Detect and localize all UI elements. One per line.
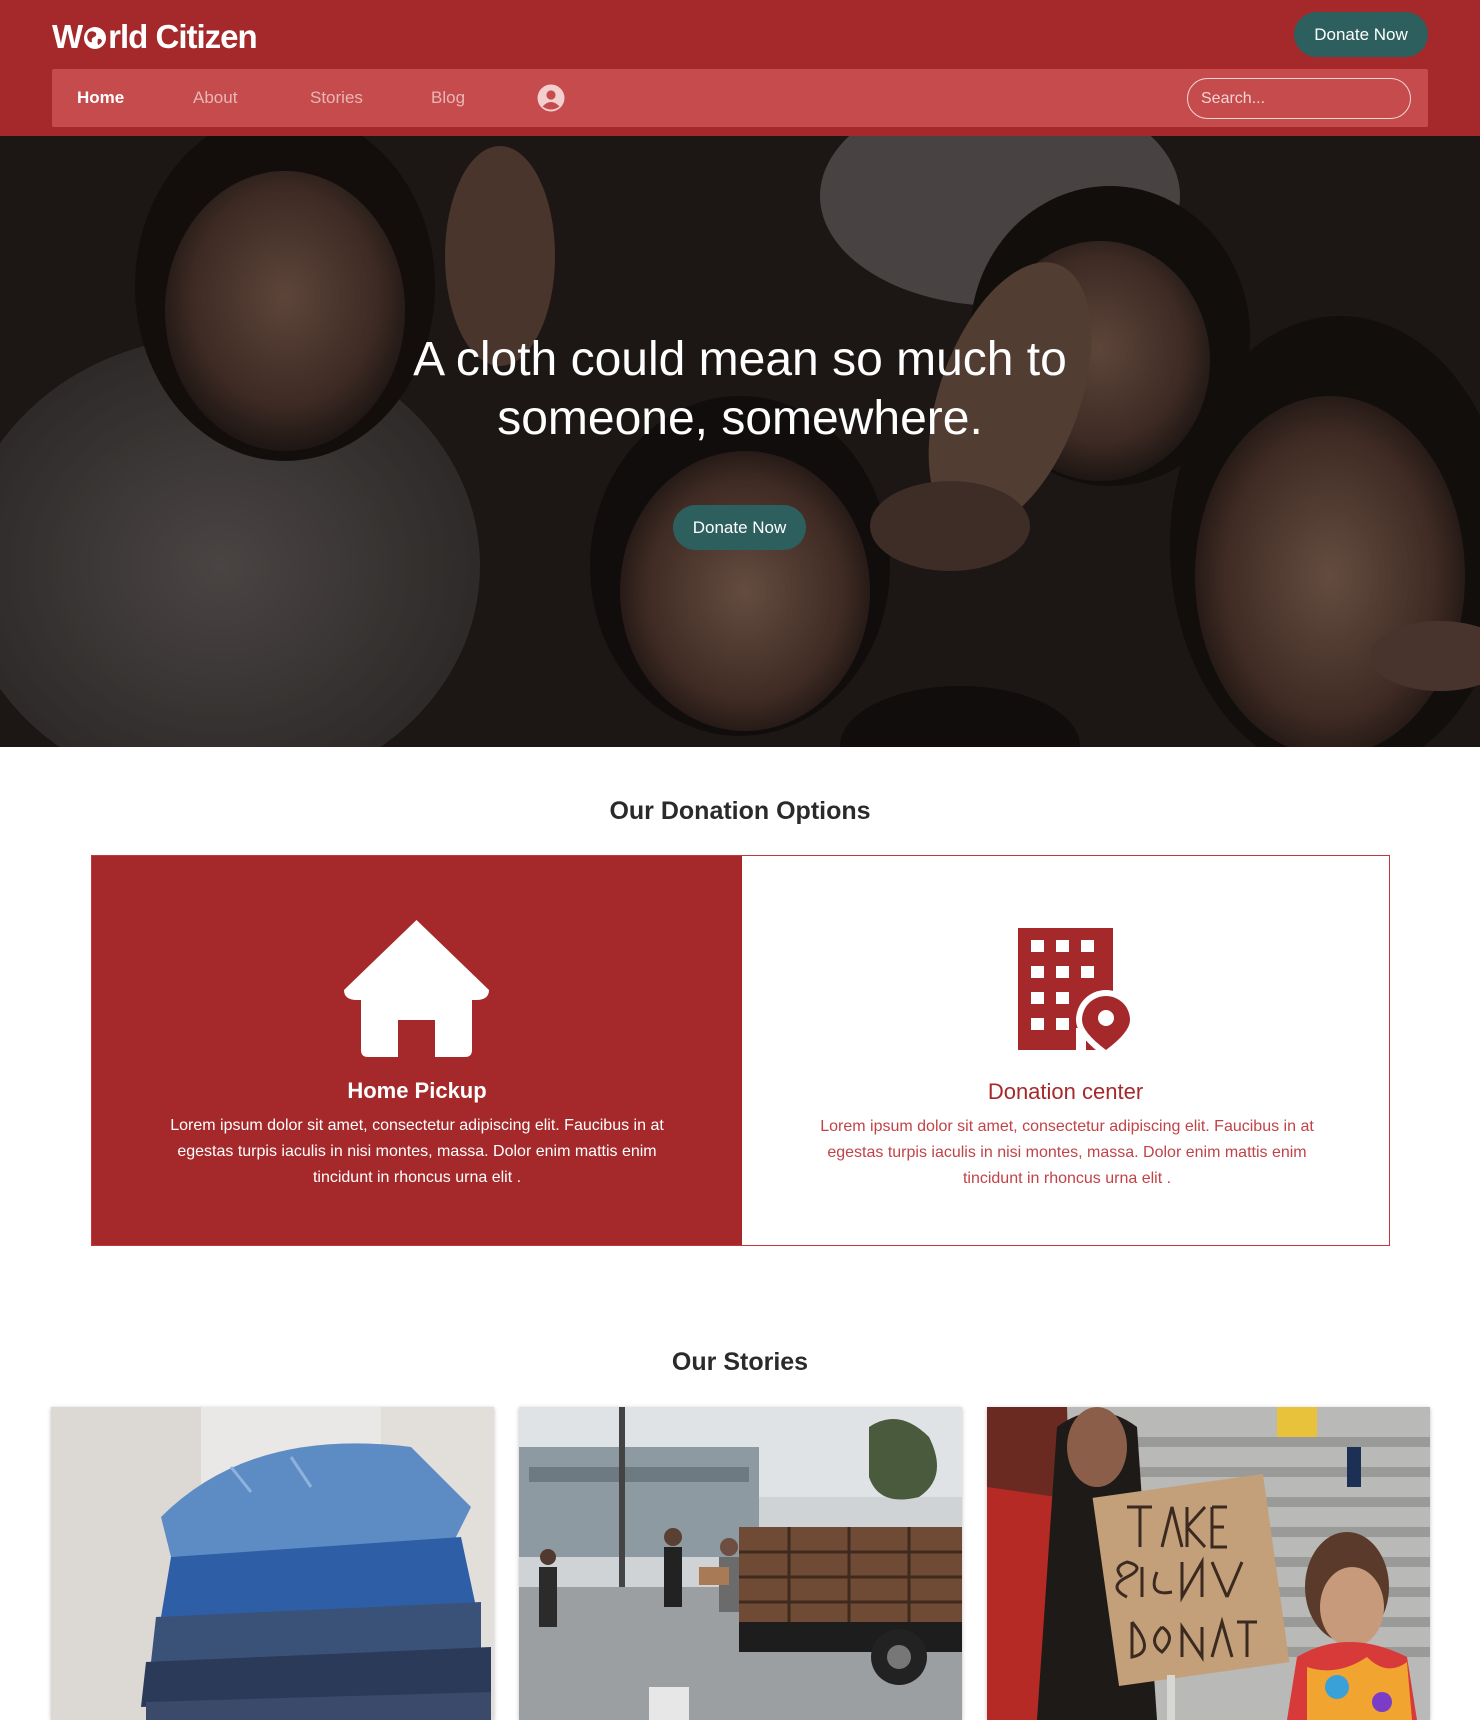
site-logo[interactable]: W rld Citizen: [52, 16, 258, 58]
home-icon: [344, 920, 489, 1057]
story-image-protest-sign: [987, 1407, 1430, 1720]
story-image-donation-truck: [519, 1407, 962, 1720]
donation-options-panel: Home Pickup Lorem ipsum dolor sit amet, …: [91, 855, 1390, 1246]
option-donation-center[interactable]: Donation center Lorem ipsum dolor sit am…: [742, 856, 1389, 1245]
option-description-donation-center: Lorem ipsum dolor sit amet, consectetur …: [820, 1118, 1314, 1187]
stories-heading: Our Stories: [671, 1348, 809, 1376]
option-title-home-pickup: Home Pickup: [347, 1078, 487, 1103]
story-card[interactable]: [51, 1407, 494, 1720]
logo-text-end: rld Citizen: [108, 18, 258, 55]
main-navbar: Home About Stories Blog: [52, 69, 1428, 127]
nav-item-stories[interactable]: Stories: [310, 69, 363, 127]
search-input[interactable]: [1187, 78, 1411, 119]
site-header: W rld Citizen Donate Now Home About Stor…: [0, 0, 1480, 136]
option-description-home-pickup: Lorem ipsum dolor sit amet, consectetur …: [170, 1117, 664, 1186]
donate-now-button[interactable]: Donate Now: [1294, 12, 1428, 57]
nav-item-blog[interactable]: Blog: [431, 69, 465, 127]
story-image-jeans: [51, 1407, 494, 1720]
option-home-pickup[interactable]: Home Pickup Lorem ipsum dolor sit amet, …: [92, 856, 742, 1245]
logo-text-start: W: [52, 18, 83, 55]
hero-banner: A cloth could mean so much to someone, s…: [0, 136, 1480, 747]
hero-headline-line1: A cloth could mean so much to: [413, 333, 1067, 386]
hero-headline-line2: someone, somewhere.: [497, 392, 983, 445]
hero-headline: A cloth could mean so much to someone, s…: [340, 330, 1140, 448]
option-title-donation-center: Donation center: [987, 1079, 1144, 1104]
nav-item-about[interactable]: About: [193, 69, 237, 127]
story-card[interactable]: [987, 1407, 1430, 1720]
building-location-icon: [1018, 928, 1136, 1058]
user-account-icon[interactable]: [537, 84, 565, 112]
nav-item-home[interactable]: Home: [77, 69, 124, 127]
stories-grid: [0, 1407, 1480, 1720]
donation-options-heading: Our Donation Options: [609, 797, 871, 825]
story-card[interactable]: [519, 1407, 962, 1720]
globe-icon: [84, 27, 107, 49]
hero-donate-now-button[interactable]: Donate Now: [673, 505, 806, 550]
